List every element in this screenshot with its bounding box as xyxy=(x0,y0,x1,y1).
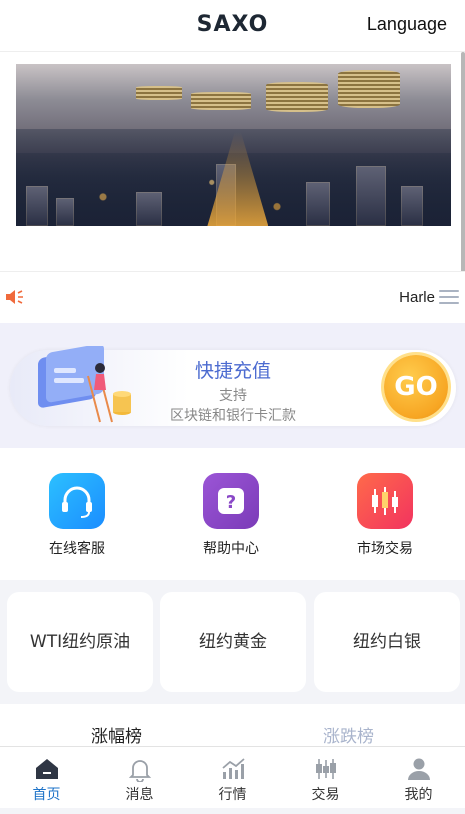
coin-stack xyxy=(338,70,400,108)
nav-messages[interactable]: 消息 xyxy=(93,747,186,809)
coin-stack xyxy=(266,82,328,112)
nav-label: 首页 xyxy=(32,787,61,803)
building xyxy=(306,182,330,226)
nav-label: 消息 xyxy=(125,787,154,803)
candlestick-icon xyxy=(357,473,413,529)
banner-image[interactable] xyxy=(16,64,451,226)
quick-link-customer-service[interactable]: 在线客服 xyxy=(27,473,127,558)
market-cards: WTI纽约原油 纽约黄金 纽约白银 xyxy=(0,580,465,704)
bottom-safe-area xyxy=(0,808,465,814)
chart-icon xyxy=(221,758,245,779)
bell-icon xyxy=(128,760,151,782)
question-icon: ? xyxy=(203,473,259,529)
quick-links: 在线客服 ? 帮助中心 市场交易 xyxy=(0,448,465,580)
coin-stack xyxy=(191,92,251,110)
nav-trade[interactable]: 交易 xyxy=(279,747,372,809)
market-card-gold[interactable]: 纽约黄金 xyxy=(160,592,306,692)
go-button[interactable]: GO xyxy=(384,355,448,419)
market-card-wti[interactable]: WTI纽约原油 xyxy=(7,592,153,692)
tab-gainers[interactable]: 涨幅榜 xyxy=(91,722,142,747)
home-icon xyxy=(35,759,58,779)
coin-stack xyxy=(136,86,182,100)
user-icon xyxy=(407,758,430,780)
building xyxy=(401,186,423,226)
quick-link-label: 市场交易 xyxy=(357,541,413,557)
headset-icon xyxy=(49,473,105,529)
nav-quotes[interactable]: 行情 xyxy=(186,747,279,809)
speaker-icon xyxy=(6,290,23,304)
nav-home[interactable]: 首页 xyxy=(0,747,93,809)
nav-label: 我的 xyxy=(404,787,433,803)
building xyxy=(136,192,162,226)
quick-link-market-trade[interactable]: 市场交易 xyxy=(335,473,435,558)
nav-label: 交易 xyxy=(311,787,340,803)
nav-label: 行情 xyxy=(218,787,247,803)
language-button[interactable]: Language xyxy=(367,14,447,35)
quick-link-label: 帮助中心 xyxy=(203,541,259,557)
svg-text:?: ? xyxy=(226,492,236,513)
ranking-tabs: 涨幅榜 涨跌榜 xyxy=(0,704,465,747)
recharge-subtitle-2: 区块链和银行卡汇款 xyxy=(170,408,296,424)
quick-link-help-center[interactable]: ? 帮助中心 xyxy=(181,473,281,558)
building xyxy=(356,166,386,226)
bottom-nav: 首页 消息 行情 交易 我的 xyxy=(0,746,465,808)
tab-movers[interactable]: 涨跌榜 xyxy=(323,722,374,747)
quick-link-label: 在线客服 xyxy=(49,541,105,557)
nav-profile[interactable]: 我的 xyxy=(372,747,465,809)
notice-bar: Harle xyxy=(0,271,465,323)
top-header: SAXO Language xyxy=(0,0,465,52)
candlestick-icon xyxy=(315,759,336,779)
building xyxy=(56,198,74,226)
notice-text[interactable]: Harle xyxy=(399,289,435,306)
building xyxy=(26,186,48,226)
market-card-silver[interactable]: 纽约白银 xyxy=(314,592,460,692)
menu-icon[interactable] xyxy=(439,290,459,306)
